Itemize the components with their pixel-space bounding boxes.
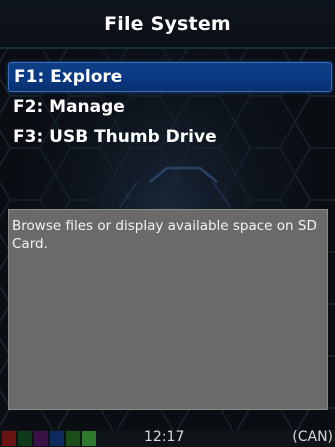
page-title: File System	[104, 12, 231, 35]
menu-item-manage[interactable]: F2: Manage	[0, 92, 335, 122]
title-bar: File System	[0, 0, 335, 47]
menu-item-label: F3: USB Thumb Drive	[13, 127, 217, 147]
status-indicator-2	[18, 431, 32, 446]
description-panel: Browse files or display available space …	[8, 209, 328, 410]
clock: 12:17	[144, 429, 185, 445]
status-indicator-3	[34, 431, 48, 446]
status-indicator-5	[66, 431, 80, 446]
menu-item-explore[interactable]: F1: Explore	[8, 62, 332, 92]
header-divider	[0, 47, 335, 49]
status-indicator-1	[2, 431, 16, 446]
description-text: Browse files or display available space …	[12, 218, 317, 252]
menu-item-usb-thumb-drive[interactable]: F3: USB Thumb Drive	[0, 122, 335, 152]
status-indicator-6	[82, 431, 96, 446]
mode-indicator: (CAN)	[292, 429, 333, 445]
status-indicator-4	[50, 431, 64, 446]
menu-item-label: F1: Explore	[14, 67, 123, 87]
menu-item-label: F2: Manage	[13, 97, 125, 117]
